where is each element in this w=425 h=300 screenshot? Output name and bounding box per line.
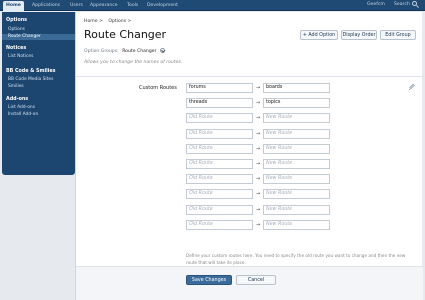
old-route-input[interactable]: Old Route [186,219,253,230]
route-arrow-icon: → [255,176,261,183]
tab-tools[interactable]: Tools [124,1,141,11]
edit-group-button[interactable]: Edit Group [380,30,416,40]
page-description: Allows you to change the names of routes… [84,60,183,65]
top-navigation: Home Applications Users Appearance Tools… [0,0,425,11]
route-arrow-icon: → [255,145,261,152]
save-button[interactable]: Save Changes [186,275,232,285]
search-label: Search [394,2,410,7]
old-route-input[interactable]: Old Route [186,159,253,169]
tab-development[interactable]: Development [144,1,181,11]
sidebar-item-bbcode-media[interactable]: BB Code Media Sites [2,77,75,83]
search-icon [412,1,418,6]
route-arrow-icon: → [255,161,261,167]
sidebar-item-smilies[interactable]: Smilies [2,84,75,90]
sidebar-heading-options: Options [6,18,28,23]
sidebar-item-route-changer[interactable]: Route Changer [2,34,75,40]
divider [76,76,423,77]
user-link[interactable]: Geefcm [367,0,385,10]
route-arrow-icon: → [255,191,261,198]
breadcrumb: Home > Options > [84,19,135,24]
new-route-input[interactable]: New Route [263,143,330,154]
pencil-icon[interactable] [408,83,416,91]
route-arrow-icon: → [255,115,261,122]
sidebar-item-install-addon[interactable]: Install Add-on [2,112,75,118]
new-route-input[interactable]: boards [263,83,330,93]
sidebar-heading-bbcode: BB Code & Smilies [6,69,56,74]
main-panel: Home > Options > Route Changer + Add Opt… [75,12,423,300]
add-option-button[interactable]: + Add Option [300,30,338,40]
old-route-input[interactable]: Old Route [186,204,253,215]
old-route-input[interactable]: Old Route [186,113,253,124]
sidebar-item-options[interactable]: Options [2,27,75,33]
route-arrow-icon: → [255,100,261,107]
option-group-label: Option Groups: [84,49,119,54]
sidebar: Options Options Route Changer Notices Li… [2,12,75,175]
tab-appearance[interactable]: Appearance [87,1,121,11]
sidebar-heading-notices: Notices [6,46,27,51]
old-route-input[interactable]: Old Route [186,128,253,139]
old-route-input[interactable]: threads [186,98,253,109]
new-route-input[interactable]: New Route [263,189,330,200]
route-arrow-icon: → [255,206,261,213]
old-route-input[interactable]: Old Route [186,174,253,185]
route-arrow-icon: → [255,85,261,91]
tab-users[interactable]: Users [67,1,86,11]
new-route-input[interactable]: New Route [263,113,330,124]
old-route-input[interactable]: Old Route [186,143,253,154]
new-route-input[interactable]: New Route [263,204,330,215]
tab-home[interactable]: Home [3,1,24,11]
new-route-input[interactable]: New Route [263,219,330,230]
display-order-button[interactable]: Display Order [341,30,377,40]
new-route-input[interactable]: New Route [263,128,330,139]
search-link[interactable]: Search [394,0,418,10]
new-route-input[interactable]: New Route [263,174,330,185]
custom-routes-label: Custom Routes [139,85,177,91]
cancel-button[interactable]: Cancel [236,275,276,285]
new-route-input[interactable]: topics [263,98,330,109]
breadcrumb-home[interactable]: Home > [84,19,103,24]
option-group-value: Route Changer [122,49,157,54]
custom-routes-help: Define your custom routes here. You need… [186,253,406,265]
page-title: Route Changer [84,28,167,41]
breadcrumb-options[interactable]: Options > [108,19,131,24]
sidebar-item-list-notices[interactable]: List Notices [2,54,75,60]
option-group-selector[interactable]: Option Groups: Route Changer [84,48,165,54]
sidebar-heading-addons: Add-ons [6,97,29,102]
route-arrow-icon: → [255,221,261,228]
tab-applications[interactable]: Applications [29,1,63,11]
route-arrow-icon: → [255,130,261,137]
old-route-input[interactable]: forums [186,83,253,93]
chevron-down-icon[interactable] [159,48,165,53]
old-route-input[interactable]: Old Route [186,189,253,200]
new-route-input[interactable]: New Route [263,159,330,169]
sidebar-item-list-addons[interactable]: List Add-ons [2,105,75,111]
